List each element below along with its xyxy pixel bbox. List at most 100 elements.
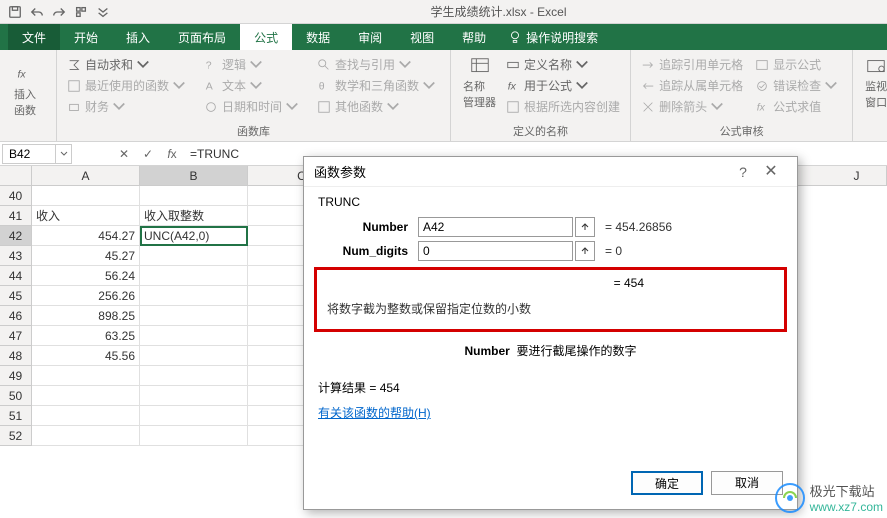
cell[interactable] (140, 366, 248, 386)
cell[interactable]: 63.25 (32, 326, 140, 346)
ribbon-group-names: 名称 管理器 定义名称 fx用于公式 根据所选内容创建 定义的名称 (451, 50, 631, 141)
cell[interactable] (140, 426, 248, 446)
cell[interactable]: 56.24 (32, 266, 140, 286)
cell[interactable]: 256.26 (32, 286, 140, 306)
remove-arrows-button[interactable]: 删除箭头 (637, 96, 747, 117)
arg2-ref-icon[interactable] (575, 241, 595, 261)
insert-function-button[interactable]: fx 插入函数 (6, 54, 50, 122)
cell[interactable] (32, 426, 140, 446)
dialog-help-icon[interactable]: ? (731, 164, 755, 180)
save-icon[interactable] (5, 2, 25, 22)
row-header[interactable]: 44 (0, 266, 32, 286)
row-header[interactable]: 51 (0, 406, 32, 426)
select-all-corner[interactable] (0, 166, 32, 185)
cell[interactable]: 45.27 (32, 246, 140, 266)
create-from-sel-button[interactable]: 根据所选内容创建 (502, 96, 624, 117)
autosum-button[interactable]: 自动求和 (63, 54, 194, 75)
ok-button[interactable]: 确定 (631, 471, 703, 495)
col-header-j[interactable]: J (827, 166, 887, 185)
undo-icon[interactable] (27, 2, 47, 22)
cell[interactable]: UNC(A42,0) (140, 226, 248, 246)
touch-mode-icon[interactable] (71, 2, 91, 22)
tab-formulas[interactable]: 公式 (240, 24, 292, 50)
col-header-b[interactable]: B (140, 166, 248, 185)
show-formulas-button[interactable]: 显示公式 (751, 54, 846, 75)
row-header[interactable]: 45 (0, 286, 32, 306)
row-header[interactable]: 48 (0, 346, 32, 366)
cell[interactable] (140, 346, 248, 366)
recent-button[interactable]: 最近使用的函数 (63, 75, 194, 96)
tab-view[interactable]: 视图 (396, 24, 448, 50)
cancel-button[interactable]: 取消 (711, 471, 783, 495)
row-header[interactable]: 41 (0, 206, 32, 226)
row-header[interactable]: 43 (0, 246, 32, 266)
qat-customize-icon[interactable] (93, 2, 113, 22)
arg2-eval: = 0 (605, 244, 622, 258)
name-box[interactable]: B42 (2, 144, 56, 164)
arg1-ref-icon[interactable] (575, 217, 595, 237)
lookup-button[interactable]: 查找与引用 (313, 54, 444, 75)
row-header[interactable]: 50 (0, 386, 32, 406)
name-manager-button[interactable]: 名称 管理器 (457, 54, 502, 117)
datetime-button[interactable]: 日期和时间 (200, 96, 307, 117)
logical-button[interactable]: ?逻辑 (200, 54, 307, 75)
tell-me-search[interactable]: 操作说明搜索 (508, 29, 598, 46)
tab-review[interactable]: 审阅 (344, 24, 396, 50)
svg-text:fx: fx (508, 80, 517, 92)
cell[interactable] (32, 366, 140, 386)
financial-button[interactable]: 财务 (63, 96, 194, 117)
redo-icon[interactable] (49, 2, 69, 22)
math-button[interactable]: θ数学和三角函数 (313, 75, 444, 96)
cell[interactable]: 454.27 (32, 226, 140, 246)
tab-insert[interactable]: 插入 (112, 24, 164, 50)
tab-help[interactable]: 帮助 (448, 24, 500, 50)
function-help-link[interactable]: 有关该函数的帮助(H) (318, 406, 431, 420)
cell[interactable] (32, 406, 140, 426)
other-func-button[interactable]: 其他函数 (313, 96, 444, 117)
cell[interactable] (140, 406, 248, 426)
dialog-titlebar[interactable]: 函数参数 ? ✕ (304, 157, 797, 187)
tab-home[interactable]: 开始 (60, 24, 112, 50)
cell[interactable] (140, 386, 248, 406)
cell[interactable]: 收入 (32, 206, 140, 226)
cell[interactable] (140, 306, 248, 326)
cell[interactable]: 收入取整数 (140, 206, 248, 226)
cell[interactable]: 898.25 (32, 306, 140, 326)
fx-icon[interactable]: fx (160, 147, 184, 161)
text-button[interactable]: A文本 (200, 75, 307, 96)
define-name-button[interactable]: 定义名称 (502, 54, 624, 75)
tab-layout[interactable]: 页面布局 (164, 24, 240, 50)
function-description: 将数字截为整数或保留指定位数的小数 (327, 300, 774, 317)
row-header[interactable]: 47 (0, 326, 32, 346)
cell[interactable] (32, 386, 140, 406)
cell[interactable]: 45.56 (32, 346, 140, 366)
trace-prec-button[interactable]: 追踪引用单元格 (637, 54, 747, 75)
cell[interactable] (140, 246, 248, 266)
dialog-close-icon[interactable]: ✕ (755, 160, 787, 184)
cell[interactable] (140, 286, 248, 306)
row-header[interactable]: 40 (0, 186, 32, 206)
trace-dep-button[interactable]: 追踪从属单元格 (637, 75, 747, 96)
cancel-formula-icon[interactable]: ✕ (112, 147, 136, 161)
use-formula-button[interactable]: fx用于公式 (502, 75, 624, 96)
cell[interactable] (140, 326, 248, 346)
name-box-dropdown[interactable] (56, 144, 72, 164)
cell[interactable] (32, 186, 140, 206)
arg1-input[interactable] (418, 217, 573, 237)
row-header[interactable]: 42 (0, 226, 32, 246)
row-header[interactable]: 46 (0, 306, 32, 326)
svg-text:θ: θ (319, 80, 325, 92)
cell[interactable] (140, 186, 248, 206)
row-header[interactable]: 49 (0, 366, 32, 386)
eval-formula-button[interactable]: fx公式求值 (751, 96, 846, 117)
accept-formula-icon[interactable]: ✓ (136, 147, 160, 161)
arg2-input[interactable] (418, 241, 573, 261)
ribbon-group-watch: 监视窗口 (853, 50, 887, 141)
cell[interactable] (140, 266, 248, 286)
col-header-a[interactable]: A (32, 166, 140, 185)
watch-window-button[interactable]: 监视窗口 (859, 54, 887, 112)
tab-file[interactable]: 文件 (8, 24, 60, 50)
row-header[interactable]: 52 (0, 426, 32, 446)
error-check-button[interactable]: 错误检查 (751, 75, 846, 96)
tab-data[interactable]: 数据 (292, 24, 344, 50)
